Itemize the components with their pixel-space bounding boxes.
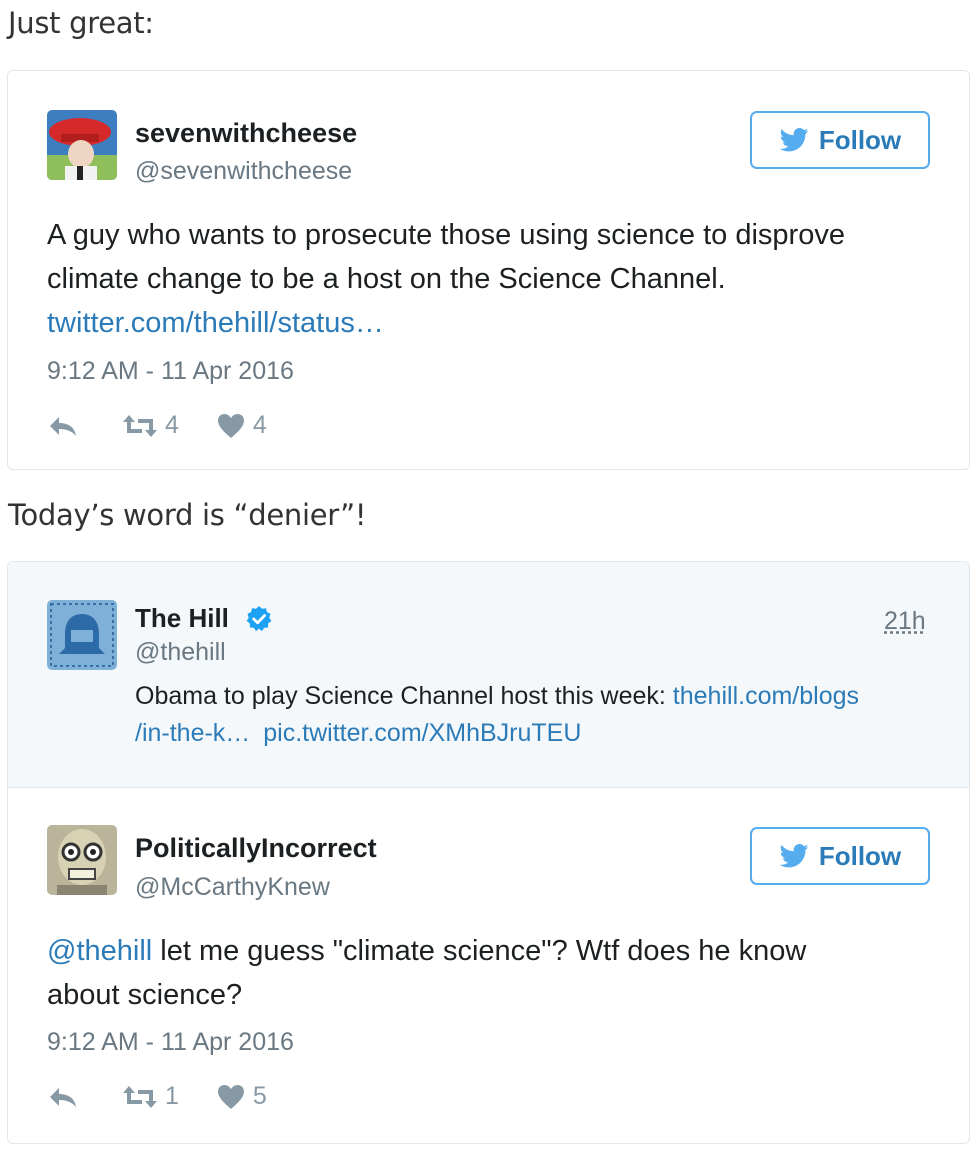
- quoted-text: Obama to play Science Channel host this …: [135, 678, 859, 752]
- reply-action[interactable]: [47, 414, 79, 438]
- retweet-action[interactable]: 4: [121, 411, 179, 440]
- retweet-count: 1: [165, 1082, 179, 1110]
- tweet-text: A guy who wants to prosecute those using…: [47, 213, 845, 345]
- quoted-author-handle[interactable]: @thehill: [135, 638, 226, 667]
- mention-link[interactable]: @thehill: [47, 935, 152, 967]
- tweet-card-politicallyincorrect: The Hill @thehill 21h Obama to play Scie…: [7, 561, 970, 1144]
- follow-label: Follow: [818, 124, 902, 155]
- caption-just-great: Just great:: [8, 6, 154, 40]
- quoted-author-name[interactable]: The Hill: [135, 603, 229, 634]
- follow-button[interactable]: Follow: [750, 827, 930, 885]
- reply-action[interactable]: [47, 1085, 79, 1109]
- tweet-link[interactable]: twitter.com/thehill/status…: [47, 301, 845, 345]
- tweet-text-line: A guy who wants to prosecute those using…: [47, 219, 845, 251]
- quoted-pic-link[interactable]: pic.twitter.com/XMhBJruTEU: [263, 719, 581, 747]
- author-name[interactable]: PoliticallyIncorrect: [135, 833, 377, 864]
- follow-label: Follow: [818, 840, 902, 871]
- retweet-action[interactable]: 1: [121, 1082, 179, 1111]
- bird-icon: [779, 844, 809, 868]
- quoted-age[interactable]: 21h: [884, 607, 926, 636]
- retweet-count: 4: [165, 411, 179, 439]
- timestamp[interactable]: 9:12 AM - 11 Apr 2016: [47, 1028, 294, 1057]
- tweet-text-line: let me guess "climate science"? Wtf does…: [152, 935, 807, 967]
- author-handle[interactable]: @sevenwithcheese: [135, 157, 352, 186]
- caption-todays-word: Today’s word is “denier”!: [8, 498, 367, 532]
- like-action[interactable]: 4: [217, 411, 267, 440]
- retweet-icon: [123, 1085, 157, 1108]
- tweet-actions: 1 5: [47, 1082, 267, 1111]
- reply-icon: [50, 1087, 76, 1107]
- quoted-link[interactable]: /in-the-k…: [135, 719, 250, 747]
- timestamp[interactable]: 9:12 AM - 11 Apr 2016: [47, 357, 294, 386]
- avatar[interactable]: [47, 825, 117, 895]
- quoted-tweet[interactable]: The Hill @thehill 21h Obama to play Scie…: [8, 562, 969, 788]
- tweet-text: @thehill let me guess "climate science"?…: [47, 929, 806, 1017]
- avatar[interactable]: [47, 110, 117, 180]
- like-action[interactable]: 5: [217, 1082, 267, 1111]
- retweet-icon: [123, 414, 157, 437]
- like-count: 4: [252, 411, 267, 439]
- tweet-text-line: about science?: [47, 979, 243, 1011]
- verified-icon: [246, 606, 272, 632]
- bird-icon: [779, 128, 809, 152]
- author-handle[interactable]: @McCarthyKnew: [135, 873, 330, 902]
- reply-icon: [50, 416, 76, 436]
- quoted-link[interactable]: thehill.com/blogs: [673, 682, 859, 710]
- like-count: 5: [252, 1082, 267, 1110]
- author-name[interactable]: sevenwithcheese: [135, 118, 357, 149]
- heart-icon: [217, 1084, 244, 1109]
- tweet-actions: 4 4: [47, 411, 267, 440]
- tweet-text-line: climate change to be a host on the Scien…: [47, 263, 726, 295]
- quoted-text-body: Obama to play Science Channel host this …: [135, 682, 673, 710]
- quoted-avatar[interactable]: [47, 600, 117, 670]
- heart-icon: [217, 413, 244, 438]
- follow-button[interactable]: Follow: [750, 111, 930, 169]
- tweet-card-sevenwithcheese: sevenwithcheese @sevenwithcheese Follow …: [7, 70, 970, 470]
